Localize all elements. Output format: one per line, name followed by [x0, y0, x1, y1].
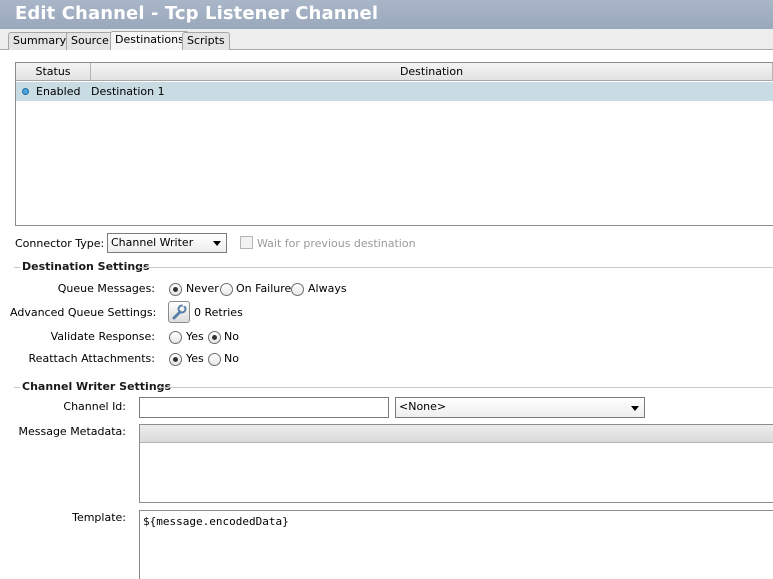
channel-select-value: <None>	[399, 400, 447, 413]
queue-never-label: Never	[186, 282, 219, 295]
advanced-queue-label: Advanced Queue Settings:	[10, 306, 157, 319]
tab-source[interactable]: Source	[66, 32, 114, 50]
group-border-left	[14, 387, 20, 388]
tab-scripts[interactable]: Scripts	[182, 32, 230, 50]
wait-previous-checkbox[interactable]	[240, 236, 253, 249]
reattach-yes-radio[interactable]	[169, 353, 182, 366]
reattach-yes-label: Yes	[186, 352, 204, 365]
column-header-destination[interactable]: Destination	[91, 63, 773, 81]
template-editor[interactable]: ${message.encodedData}	[139, 510, 773, 579]
title-bar: Edit Channel - Tcp Listener Channel	[0, 0, 773, 29]
wait-previous-label: Wait for previous destination	[257, 237, 416, 250]
channel-select[interactable]: <None>	[395, 397, 645, 418]
template-label: Template:	[72, 511, 126, 524]
destination-settings-title: Destination Settings	[22, 260, 150, 273]
connector-type-label: Connector Type:	[15, 237, 105, 250]
template-text: ${message.encodedData}	[143, 515, 289, 528]
row-status: Enabled	[36, 85, 81, 98]
destinations-table[interactable]: Status Destination Enabled Destination 1	[15, 62, 773, 226]
group-border-right	[139, 267, 773, 268]
channel-id-input[interactable]	[139, 397, 389, 418]
message-metadata-table[interactable]	[139, 424, 773, 503]
validate-no-radio[interactable]	[208, 331, 221, 344]
queue-on-failure-label: On Failure	[236, 282, 292, 295]
connector-type-select[interactable]: Channel Writer	[107, 233, 227, 253]
column-header-status[interactable]: Status	[16, 63, 91, 81]
queue-messages-label: Queue Messages:	[57, 282, 155, 295]
advanced-queue-settings-button[interactable]	[168, 301, 190, 323]
validate-no-label: No	[224, 330, 239, 343]
channel-id-label: Channel Id:	[63, 400, 126, 413]
wrench-icon	[172, 303, 187, 320]
queue-never-radio[interactable]	[169, 283, 182, 296]
connector-type-value: Channel Writer	[111, 236, 194, 249]
channel-writer-settings-title: Channel Writer Settings	[22, 380, 172, 393]
enabled-dot-icon	[22, 88, 29, 95]
group-border-left	[14, 267, 20, 268]
message-metadata-label: Message Metadata:	[18, 425, 126, 438]
chevron-down-icon	[213, 241, 221, 246]
retries-value: 0 Retries	[194, 306, 243, 319]
window-title: Edit Channel - Tcp Listener Channel	[15, 3, 379, 24]
queue-always-radio[interactable]	[291, 283, 304, 296]
tab-destinations[interactable]: Destinations	[110, 31, 189, 50]
validate-response-label: Validate Response:	[50, 330, 155, 343]
table-row[interactable]: Enabled Destination 1	[16, 82, 773, 101]
validate-yes-radio[interactable]	[169, 331, 182, 344]
reattach-attachments-label: Reattach Attachments:	[28, 352, 155, 365]
group-border-right	[158, 387, 773, 388]
reattach-no-radio[interactable]	[208, 353, 221, 366]
chevron-down-icon	[631, 406, 639, 411]
queue-on-failure-radio[interactable]	[220, 283, 233, 296]
reattach-no-label: No	[224, 352, 239, 365]
queue-always-label: Always	[308, 282, 347, 295]
tab-summary[interactable]: Summary	[8, 32, 72, 50]
metadata-table-header	[140, 425, 773, 443]
validate-yes-label: Yes	[186, 330, 204, 343]
tab-strip: Summary Source Destinations Scripts	[0, 29, 773, 50]
row-destination: Destination 1	[91, 85, 165, 98]
